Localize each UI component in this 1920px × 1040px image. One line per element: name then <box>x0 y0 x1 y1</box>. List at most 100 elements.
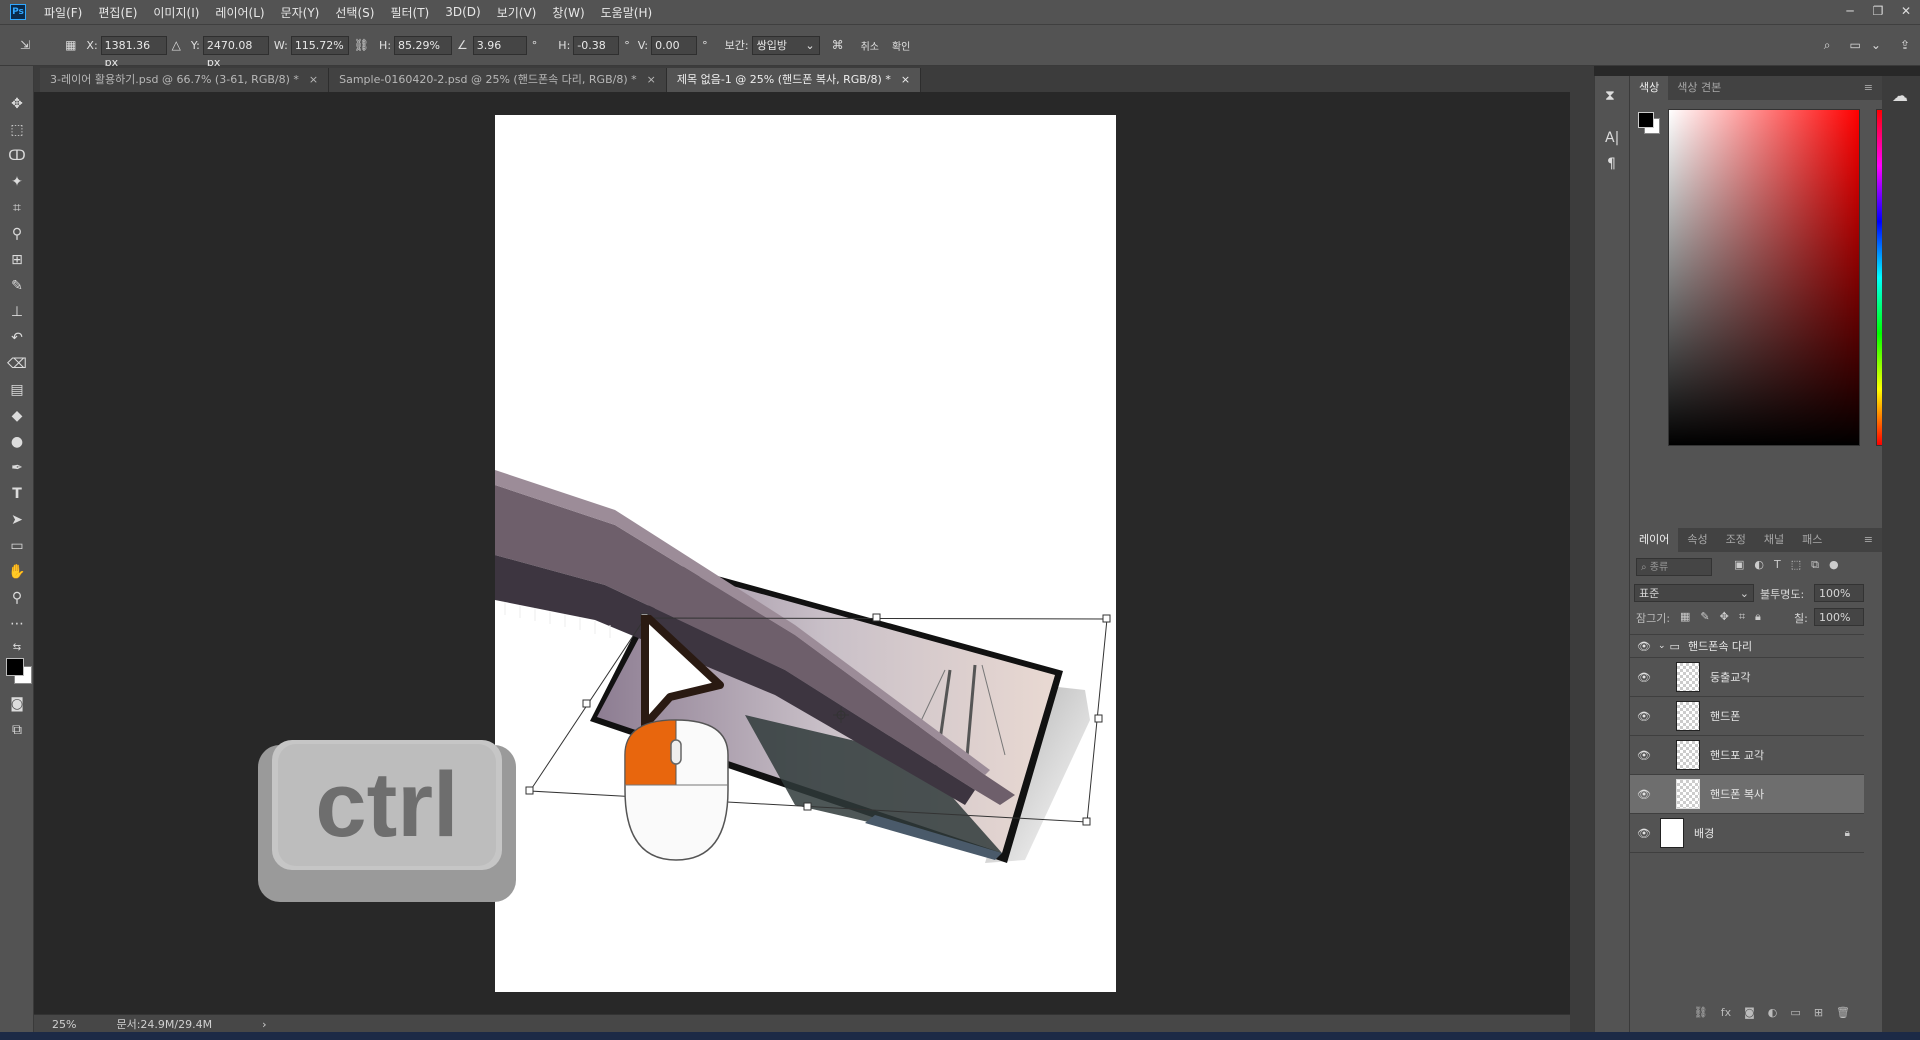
color-panel-foreground-swatch[interactable] <box>1638 112 1654 128</box>
visibility-eye-icon[interactable]: 👁︎ <box>1636 710 1652 723</box>
layer-row[interactable]: 👁︎ 핸드포 교각 <box>1630 736 1864 775</box>
fill-input[interactable]: 100% <box>1814 608 1864 626</box>
close-icon[interactable]: ✕ <box>1892 0 1920 24</box>
layer-style-icon[interactable]: fx <box>1721 1006 1731 1026</box>
path-selection-tool-icon[interactable]: ➤ <box>7 510 27 530</box>
restore-icon[interactable]: ❐ <box>1864 0 1892 24</box>
filter-pixel-icon[interactable]: ▣ <box>1734 558 1744 572</box>
blur-tool-icon[interactable]: ◆ <box>7 406 27 426</box>
swap-colors-icon[interactable]: ⇆ <box>7 638 27 658</box>
filter-smart-object-icon[interactable]: ⧉ <box>1811 558 1819 572</box>
marquee-tool-icon[interactable]: ⬚ <box>7 120 27 140</box>
layer-row[interactable]: 👁︎ 배경 🔒︎ <box>1630 814 1864 853</box>
move-tool-icon[interactable]: ✥ <box>7 94 27 114</box>
visibility-eye-icon[interactable]: 👁︎ <box>1636 788 1652 801</box>
tab-paths[interactable]: 패스 <box>1793 528 1831 552</box>
menu-view[interactable]: 보기(V) <box>489 4 545 21</box>
tab-properties[interactable]: 속성 <box>1678 528 1716 552</box>
history-brush-tool-icon[interactable]: ↶ <box>7 328 27 348</box>
blend-mode-select[interactable]: 표준 ⌄ <box>1634 584 1754 602</box>
menu-layer[interactable]: 레이어(L) <box>207 4 272 21</box>
share-icon[interactable]: ⇪ <box>1900 38 1910 52</box>
hand-tool-icon[interactable]: ✋ <box>7 562 27 582</box>
layers-panel-menu-icon[interactable]: ≡ <box>1855 528 1882 552</box>
brush-tool-icon[interactable]: ✎ <box>7 276 27 296</box>
menu-filter[interactable]: 필터(T) <box>382 4 437 21</box>
lock-position-icon[interactable]: ✥ <box>1720 610 1729 624</box>
opacity-input[interactable]: 100% <box>1814 584 1864 602</box>
zoom-level[interactable]: 25% <box>52 1018 76 1031</box>
close-tab-icon[interactable]: × <box>309 68 318 92</box>
workspace-chevron-icon[interactable]: ⌄ <box>1871 38 1881 52</box>
paragraph-panel-icon[interactable]: ¶ <box>1607 156 1616 172</box>
link-icon[interactable]: ⛓ <box>354 38 369 52</box>
type-tool-icon[interactable]: T <box>7 484 27 504</box>
document-canvas[interactable] <box>495 115 1116 992</box>
clone-stamp-tool-icon[interactable]: ⊥ <box>7 302 27 322</box>
reference-point-icon[interactable]: ▦ <box>65 38 76 52</box>
new-group-icon[interactable]: ▭ <box>1790 1006 1800 1026</box>
menu-image[interactable]: 이미지(I) <box>145 4 207 21</box>
status-menu-arrow-icon[interactable]: › <box>262 1018 266 1031</box>
filter-toggle-icon[interactable]: ● <box>1829 558 1839 572</box>
menu-file[interactable]: 파일(F) <box>36 4 90 21</box>
tab-channels[interactable]: 채널 <box>1755 528 1793 552</box>
new-layer-icon[interactable]: ⊞ <box>1814 1006 1823 1026</box>
tab-document-2[interactable]: Sample-0160420-2.psd @ 25% (핸드폰속 다리, RGB… <box>329 68 667 92</box>
gradient-tool-icon[interactable]: ▤ <box>7 380 27 400</box>
visibility-eye-icon[interactable]: 👁︎ <box>1636 671 1652 684</box>
cancel-transform-button[interactable]: 취소 <box>861 38 879 53</box>
menu-window[interactable]: 창(W) <box>544 4 592 21</box>
x-position-input[interactable]: 1381.36 px <box>100 35 167 69</box>
pen-tool-icon[interactable]: ✒ <box>7 458 27 478</box>
menu-edit[interactable]: 편집(E) <box>90 4 145 21</box>
filter-shape-icon[interactable]: ⬚ <box>1791 558 1801 572</box>
tab-document-3[interactable]: 제목 없음-1 @ 25% (핸드폰 복사, RGB/8) * × <box>666 68 922 92</box>
adjustment-layer-icon[interactable]: ◐ <box>1768 1006 1778 1026</box>
history-panel-icon[interactable]: ⧗ <box>1605 88 1615 104</box>
warp-icon[interactable]: ⌘ <box>832 38 844 52</box>
visibility-eye-icon[interactable]: 👁︎ <box>1636 640 1652 653</box>
dodge-tool-icon[interactable]: ● <box>7 432 27 452</box>
layer-group-row[interactable]: 👁︎ ⌄ ▭ 핸드폰속 다리 <box>1630 635 1864 658</box>
lock-artboard-icon[interactable]: ⌗ <box>1739 610 1745 624</box>
transform-tool-icon[interactable]: ⇲ <box>20 38 30 52</box>
vskew-input[interactable]: 0.00 <box>651 35 698 55</box>
visibility-eye-icon[interactable]: 👁︎ <box>1636 827 1652 840</box>
lasso-tool-icon[interactable]: ↀ <box>7 146 27 166</box>
tab-color[interactable]: 색상 <box>1630 76 1669 100</box>
delta-icon[interactable]: △ <box>172 38 181 52</box>
workspace-icon[interactable]: ▭ <box>1850 38 1861 52</box>
crop-tool-icon[interactable]: ⌗ <box>7 198 27 218</box>
rectangle-tool-icon[interactable]: ▭ <box>7 536 27 556</box>
search-icon[interactable]: ⌕ <box>1824 38 1831 53</box>
delete-layer-icon[interactable]: 🗑︎ <box>1836 1006 1850 1026</box>
filter-type-icon[interactable]: T <box>1774 558 1781 572</box>
character-panel-icon[interactable]: A| <box>1605 130 1619 146</box>
tab-swatches[interactable]: 색상 견본 <box>1668 76 1730 100</box>
tab-adjustments[interactable]: 조정 <box>1717 528 1755 552</box>
saturation-brightness-field[interactable] <box>1668 109 1860 446</box>
close-tab-icon[interactable]: × <box>647 68 656 92</box>
menu-type[interactable]: 문자(Y) <box>273 4 328 21</box>
commit-transform-button[interactable]: 확인 <box>892 38 910 53</box>
height-input[interactable]: 85.29% <box>394 35 453 55</box>
layer-filter-select[interactable]: ⌕ 종류 <box>1636 558 1712 576</box>
hskew-input[interactable]: -0.38 <box>573 35 620 55</box>
menu-3d[interactable]: 3D(D) <box>437 5 488 19</box>
interpolation-select[interactable]: 쌍입방 ⌄ <box>751 35 820 55</box>
eyedropper-tool-icon[interactable]: ⚲ <box>7 224 27 244</box>
rotate-input[interactable]: 3.96 <box>472 35 527 55</box>
visibility-eye-icon[interactable]: 👁︎ <box>1636 749 1652 762</box>
close-tab-icon[interactable]: × <box>901 68 910 92</box>
zoom-tool-icon[interactable]: ⚲ <box>7 588 27 608</box>
color-panel-menu-icon[interactable]: ≡ <box>1855 76 1882 100</box>
filter-adjustment-icon[interactable]: ◐ <box>1754 558 1764 572</box>
menu-select[interactable]: 선택(S) <box>327 4 382 21</box>
add-mask-icon[interactable]: ◙ <box>1744 1006 1755 1026</box>
magic-wand-tool-icon[interactable]: ✦ <box>7 172 27 192</box>
layer-row[interactable]: 👁︎ 핸드폰 <box>1630 697 1864 736</box>
minimize-icon[interactable]: ─ <box>1836 0 1864 24</box>
lock-transparent-icon[interactable]: ▦ <box>1680 610 1690 624</box>
eraser-tool-icon[interactable]: ⌫ <box>7 354 27 374</box>
